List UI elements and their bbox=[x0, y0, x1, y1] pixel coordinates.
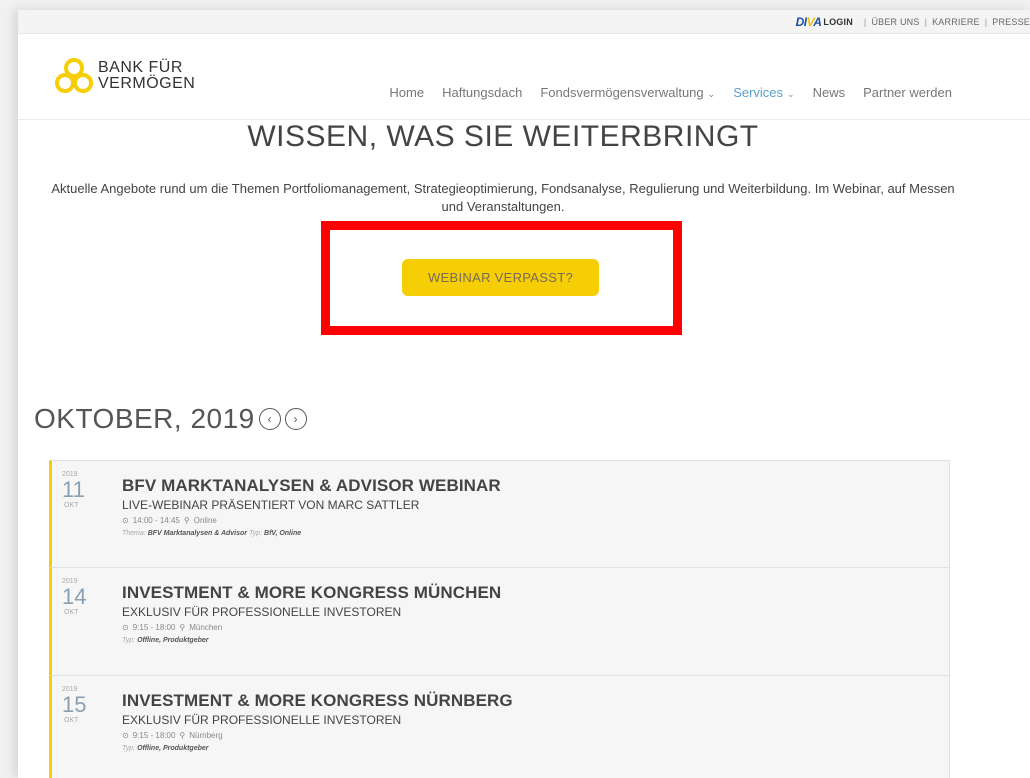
next-month-button[interactable]: › bbox=[284, 408, 307, 430]
event-title[interactable]: INVESTMENT & MORE KONGRESS MÜNCHEN bbox=[122, 583, 501, 603]
tag-value[interactable]: Offline, Produktgeber bbox=[137, 745, 208, 752]
logo-knot-icon bbox=[55, 58, 93, 93]
event-subtitle: LIVE-WEBINAR PRÄSENTIERT VON MARC SATTLE… bbox=[122, 498, 420, 512]
tag-value[interactable]: Offline, Produktgeber bbox=[137, 637, 208, 644]
diva-logo: DIVA bbox=[795, 14, 822, 29]
separator: | bbox=[924, 16, 928, 27]
event-day: 11 bbox=[62, 477, 85, 502]
brand-name: BANK FÜR VERMÖGEN bbox=[98, 60, 195, 92]
tag-value[interactable]: BFV Marktanalysen & Advisor bbox=[148, 530, 247, 537]
main-nav: Home Haftungsdach Fondsvermögensverwaltu… bbox=[389, 85, 952, 100]
event-time: 9:15 - 18:00 bbox=[132, 731, 176, 740]
career-link[interactable]: KARRIERE bbox=[932, 17, 980, 27]
event-subtitle: EXKLUSIV FÜR PROFESSIONELLE INVESTOREN bbox=[122, 713, 402, 727]
clock-icon: ⊙ bbox=[122, 623, 129, 632]
event-month: OKT bbox=[64, 717, 79, 724]
brand-logo[interactable]: BANK FÜR VERMÖGEN bbox=[54, 57, 195, 95]
event-item[interactable]: 2019 14 OKT INVESTMENT & MORE KONGRESS M… bbox=[49, 568, 950, 676]
event-meta: ⊙ 14:00 - 14:45 ⚲ Online bbox=[122, 516, 501, 525]
event-info: INVESTMENT & MORE KONGRESS NÜRNBERG EXKL… bbox=[122, 691, 513, 752]
event-meta: ⊙ 9:15 - 18:00 ⚲ Nürnberg bbox=[122, 731, 513, 740]
event-location: München bbox=[189, 623, 223, 632]
event-meta: ⊙ 9:15 - 18:00 ⚲ München bbox=[122, 623, 501, 632]
event-list: 2019 11 OKT BFV MARKTANALYSEN & ADVISOR … bbox=[49, 460, 950, 778]
event-month: OKT bbox=[64, 609, 79, 616]
site-header: BANK FÜR VERMÖGEN Home Haftungsdach Fond… bbox=[18, 35, 1030, 120]
webinar-missed-button[interactable]: WEBINAR VERPASST? bbox=[402, 259, 599, 296]
location-pin-icon: ⚲ bbox=[179, 623, 186, 632]
about-link[interactable]: ÜBER UNS bbox=[871, 17, 919, 27]
event-info: BFV MARKTANALYSEN & ADVISOR WEBINAR LIVE… bbox=[122, 476, 501, 537]
tag-label: Typ: bbox=[122, 745, 136, 752]
nav-item-home[interactable]: Home bbox=[389, 85, 424, 100]
event-day: 15 bbox=[62, 692, 87, 717]
nav-item-fondsvermoegensverwaltung[interactable]: Fondsvermögensverwaltung ⌄ bbox=[540, 85, 715, 100]
diva-login-link[interactable]: DIVA LOGIN bbox=[796, 15, 853, 29]
event-location: Nürnberg bbox=[189, 731, 223, 740]
event-title[interactable]: BFV MARKTANALYSEN & ADVISOR WEBINAR bbox=[122, 476, 501, 496]
clock-icon: ⊙ bbox=[122, 731, 129, 740]
clock-icon: ⊙ bbox=[122, 516, 129, 525]
nav-item-services[interactable]: Services ⌄ bbox=[733, 85, 794, 100]
prev-month-button[interactable]: ‹ bbox=[258, 408, 281, 430]
location-pin-icon: ⚲ bbox=[179, 731, 186, 740]
location-pin-icon: ⚲ bbox=[183, 516, 190, 525]
event-info: INVESTMENT & MORE KONGRESS MÜNCHEN EXKLU… bbox=[122, 583, 501, 644]
page: DIVA LOGIN | ÜBER UNS | KARRIERE | PRESS… bbox=[18, 10, 1030, 778]
tag-label: Thema: bbox=[122, 530, 146, 537]
month-label: OKTOBER, 2019 bbox=[34, 403, 255, 434]
page-title: WISSEN, WAS SIE WEITERBRINGT bbox=[247, 120, 759, 153]
chevron-down-icon: ⌄ bbox=[787, 89, 795, 99]
event-tags: Typ: Offline, Produktgeber bbox=[122, 745, 513, 752]
nav-item-partner-werden[interactable]: Partner werden bbox=[863, 85, 952, 100]
event-day: 14 bbox=[62, 584, 87, 609]
event-date: 2019 14 OKT bbox=[62, 578, 102, 616]
login-link[interactable]: LOGIN bbox=[823, 17, 853, 27]
nav-item-news[interactable]: News bbox=[813, 85, 846, 100]
event-subtitle: EXKLUSIV FÜR PROFESSIONELLE INVESTOREN bbox=[122, 605, 402, 619]
nav-item-label: Fondsvermögensverwaltung bbox=[540, 85, 704, 100]
separator: | bbox=[984, 16, 988, 27]
page-description: Aktuelle Angebote rund um die Themen Por… bbox=[51, 181, 955, 214]
press-link[interactable]: PRESSE bbox=[992, 17, 1030, 27]
event-time: 14:00 - 14:45 bbox=[132, 516, 180, 525]
tag-value[interactable]: BfV, Online bbox=[264, 530, 301, 537]
event-tags: Thema: BFV Marktanalysen & Advisor Typ: … bbox=[122, 530, 501, 537]
separator: | bbox=[863, 16, 867, 27]
event-date: 2019 15 OKT bbox=[62, 686, 102, 724]
event-month: OKT bbox=[64, 502, 79, 509]
nav-item-haftungsdach[interactable]: Haftungsdach bbox=[442, 85, 522, 100]
tag-label: Typ: bbox=[248, 530, 263, 537]
brand-line-2: VERMÖGEN bbox=[98, 75, 196, 92]
month-header: OKTOBER, 2019 ‹ › bbox=[34, 403, 307, 435]
event-time: 9:15 - 18:00 bbox=[132, 623, 176, 632]
event-item[interactable]: 2019 15 OKT INVESTMENT & MORE KONGRESS N… bbox=[49, 676, 950, 778]
event-date: 2019 11 OKT bbox=[62, 471, 102, 509]
nav-item-label: Services bbox=[733, 85, 784, 100]
event-tags: Typ: Offline, Produktgeber bbox=[122, 637, 501, 644]
tag-label: Typ: bbox=[122, 637, 136, 644]
event-title[interactable]: INVESTMENT & MORE KONGRESS NÜRNBERG bbox=[122, 691, 513, 711]
top-utility-bar: DIVA LOGIN | ÜBER UNS | KARRIERE | PRESS… bbox=[18, 10, 1030, 34]
brand-line-1: BANK FÜR bbox=[98, 59, 183, 76]
event-item[interactable]: 2019 11 OKT BFV MARKTANALYSEN & ADVISOR … bbox=[49, 460, 950, 568]
event-location: Online bbox=[193, 516, 217, 525]
chevron-down-icon: ⌄ bbox=[707, 89, 716, 99]
